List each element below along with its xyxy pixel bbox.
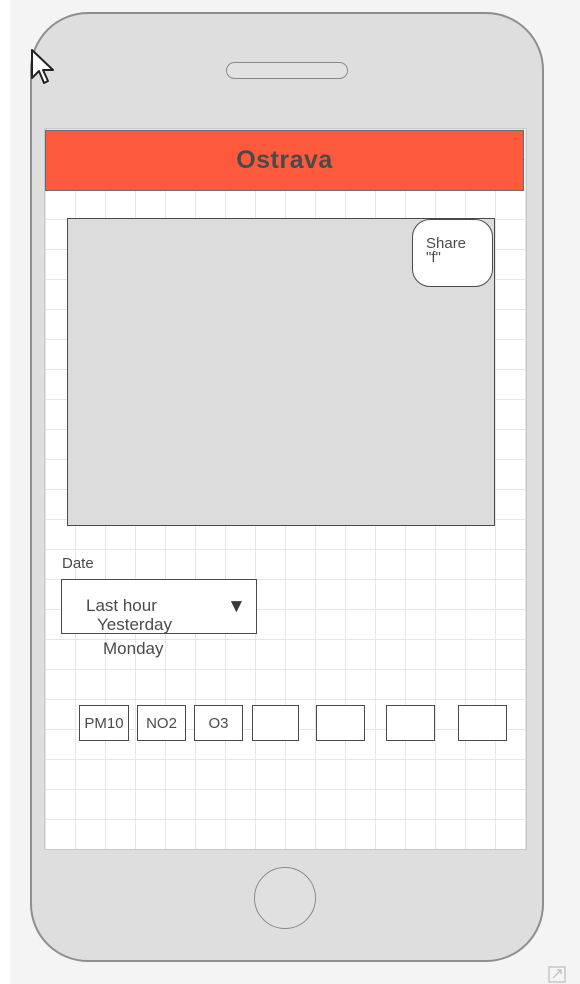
date-option-yesterday[interactable]: Yesterday [97,615,172,635]
pollutant-button-empty-3[interactable] [386,705,435,741]
home-button[interactable] [254,867,316,929]
date-option-last-hour[interactable]: Last hour [86,596,157,616]
pollutant-button-pm10[interactable]: PM10 [79,705,129,741]
city-header: Ostrava [45,130,524,191]
share-button[interactable]: Share "f" [412,219,493,287]
chevron-down-icon[interactable]: ▼ [227,596,246,618]
phone-speaker [226,62,348,79]
pollutant-button-o3[interactable]: O3 [194,705,243,741]
date-option-monday[interactable]: Monday [103,639,163,659]
date-label: Date [62,555,94,572]
resize-corner-icon[interactable] [548,966,566,983]
page-title: Ostrava [236,146,333,174]
pollutant-button-empty-1[interactable] [252,705,299,741]
pollutant-button-empty-4[interactable] [458,705,507,741]
facebook-icon: "f" [426,249,441,266]
pollutant-button-empty-2[interactable] [316,705,365,741]
mouse-pointer-icon [31,49,54,84]
pollutant-button-no2[interactable]: NO2 [137,705,186,741]
